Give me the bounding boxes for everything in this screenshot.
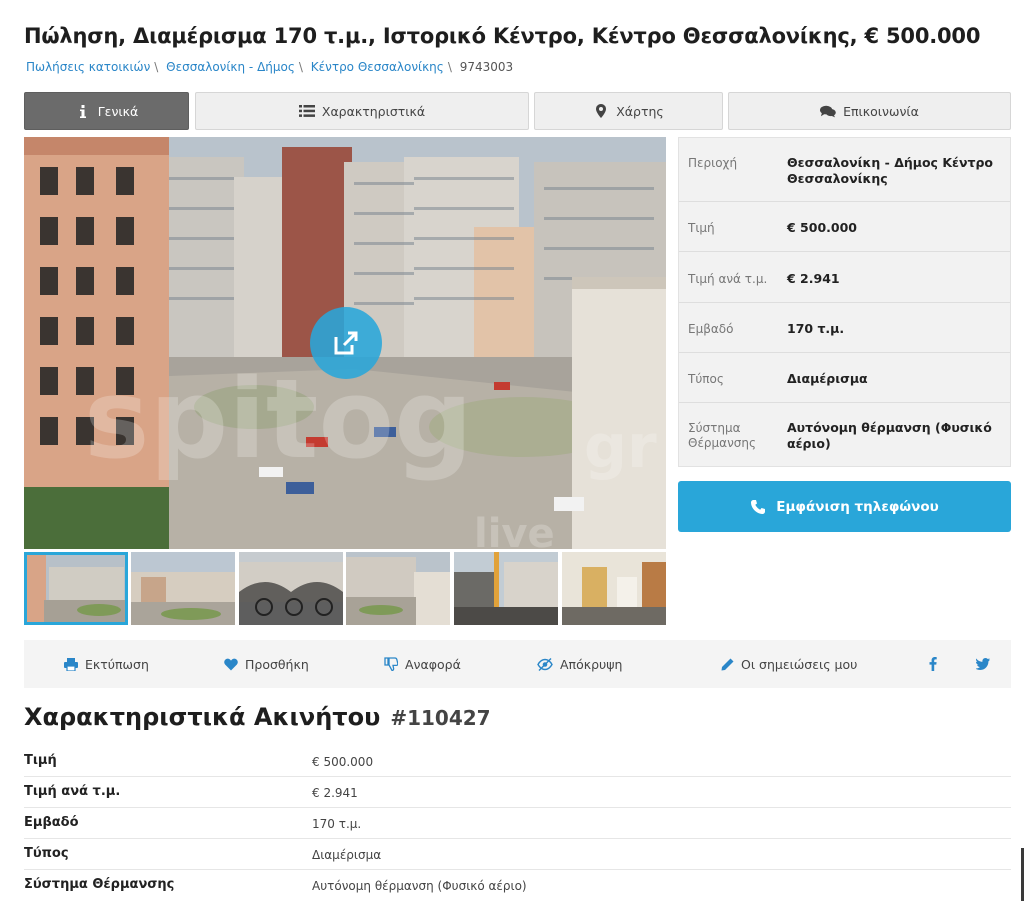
summary-value: Διαμέρισμα — [787, 371, 868, 386]
report-button[interactable]: Αναφορά — [384, 640, 461, 688]
breadcrumb-listing-code: 9743003 — [459, 60, 514, 74]
summary-value: 170 τ.μ. — [787, 321, 845, 336]
breadcrumb: Πωλήσεις κατοικιών \ Θεσσαλονίκη - Δήμος \… — [26, 60, 514, 74]
feature-value: € 2.941 — [312, 786, 358, 800]
list-icon — [298, 104, 315, 118]
tab-label: Επικοινωνία — [843, 103, 919, 119]
expand-photo-button[interactable] — [310, 307, 382, 379]
eye-slash-icon — [537, 657, 553, 671]
print-label: Εκτύπωση — [85, 656, 149, 672]
hide-label: Απόκρυψη — [560, 656, 623, 672]
add-favorite-button[interactable]: Προσθήκη — [224, 640, 309, 688]
print-button[interactable]: Εκτύπωση — [64, 640, 149, 688]
breadcrumb-item-municipality[interactable]: Θεσσαλονίκη - Δήμος — [166, 60, 295, 74]
feature-key: Τύπος — [24, 846, 69, 861]
listing-title: Πώληση, Διαμέρισμα 170 τ.μ., Ιστορικό Κέ… — [24, 24, 981, 48]
tab-label: Γενικά — [97, 103, 139, 119]
tab-map[interactable]: Χάρτης — [534, 92, 723, 130]
feature-value: Διαμέρισμα — [312, 848, 382, 862]
external-link-icon — [332, 329, 360, 357]
features-table: Τιμή € 500.000 Τιμή ανά τ.μ. € 2.941 Εμβ… — [24, 746, 1011, 901]
table-row: Τιμή € 500.000 — [24, 746, 1011, 777]
my-notes-button[interactable]: Οι σημειώσεις μου — [721, 640, 857, 688]
summary-key: Τύπος — [688, 372, 724, 386]
tab-bar: Γενικά Χαρακτηριστικά Χάρτης Επικοινωνία — [24, 92, 1011, 130]
summary-key: Σύστημα Θέρμανσης — [688, 421, 757, 450]
thumbnail-4[interactable] — [346, 552, 450, 625]
table-row: Εμβαδό 170 τ.μ. — [24, 808, 1011, 839]
thumbnail-1[interactable] — [24, 552, 128, 625]
summary-row: Εμβαδό 170 τ.μ. — [679, 303, 1010, 353]
print-icon — [64, 657, 78, 671]
listing-id: #110427 — [390, 706, 491, 730]
feature-key: Τιμή ανά τ.μ. — [24, 784, 121, 799]
features-heading: Χαρακτηριστικά Ακινήτου #110427 — [24, 703, 491, 731]
tab-label: Χαρακτηριστικά — [321, 103, 426, 119]
share-facebook-button[interactable] — [929, 640, 937, 688]
main-photo[interactable]: spitog gr live — [24, 137, 666, 549]
breadcrumb-item-sales[interactable]: Πωλήσεις κατοικιών — [26, 60, 150, 74]
tab-label: Χάρτης — [616, 103, 664, 119]
phone-icon — [750, 499, 766, 515]
summary-value: Θεσσαλονίκη - Δήμος Κέντρο Θεσσαλονίκης — [787, 155, 993, 186]
svg-text:gr: gr — [584, 412, 657, 482]
summary-row: Περιοχή Θεσσαλονίκη - Δήμος Κέντρο Θεσσα… — [679, 138, 1010, 202]
summary-key: Εμβαδό — [688, 322, 734, 336]
pencil-icon — [721, 658, 734, 671]
summary-panel: Περιοχή Θεσσαλονίκη - Δήμος Κέντρο Θεσσα… — [678, 137, 1011, 467]
thumbs-down-icon — [384, 657, 398, 671]
thumbnail-2[interactable] — [131, 552, 235, 625]
tab-features[interactable]: Χαρακτηριστικά — [195, 92, 529, 130]
map-marker-icon — [593, 104, 609, 118]
thumbnail-strip — [24, 552, 666, 625]
thumbnail-3[interactable] — [239, 552, 343, 625]
table-row: Τιμή ανά τ.μ. € 2.941 — [24, 777, 1011, 808]
summary-row: Τιμή € 500.000 — [679, 202, 1010, 252]
thumbnail-6[interactable] — [562, 552, 666, 625]
tab-contact[interactable]: Επικοινωνία — [728, 92, 1011, 130]
feature-value: Αυτόνομη θέρμανση (Φυσικό αέριο) — [312, 879, 527, 893]
my-notes-label: Οι σημειώσεις μου — [741, 656, 858, 672]
breadcrumb-item-area[interactable]: Κέντρο Θεσσαλονίκης — [311, 60, 444, 74]
info-icon — [75, 104, 91, 118]
hide-button[interactable]: Απόκρυψη — [537, 640, 622, 688]
chat-icon — [820, 104, 836, 118]
share-twitter-button[interactable] — [976, 640, 990, 688]
facebook-icon — [929, 657, 937, 671]
summary-row: Σύστημα Θέρμανσης Αυτόνομη θέρμανση (Φυσ… — [679, 403, 1010, 467]
table-row: Τύπος Διαμέρισμα — [24, 839, 1011, 870]
report-label: Αναφορά — [405, 656, 461, 672]
feature-value: 170 τ.μ. — [312, 817, 362, 831]
features-heading-text: Χαρακτηριστικά Ακινήτου — [24, 703, 381, 731]
svg-text:live: live — [474, 511, 555, 549]
table-row: Σύστημα Θέρμανσης Αυτόνομη θέρμανση (Φυσ… — [24, 870, 1011, 901]
show-phone-label: Εμφάνιση τηλεφώνου — [776, 498, 939, 515]
feature-value: € 500.000 — [312, 755, 374, 769]
summary-key: Τιμή — [688, 221, 715, 235]
summary-value: € 2.941 — [787, 271, 840, 286]
summary-row: Τιμή ανά τ.μ. € 2.941 — [679, 252, 1010, 303]
action-bar: Εκτύπωση Προσθήκη Αναφορά Απόκρυψη Οι ση… — [24, 640, 1011, 688]
feature-key: Εμβαδό — [24, 815, 79, 830]
heart-icon — [224, 658, 238, 671]
thumbnail-5[interactable] — [454, 552, 558, 625]
twitter-icon — [976, 658, 990, 670]
add-favorite-label: Προσθήκη — [245, 656, 309, 672]
summary-key: Τιμή ανά τ.μ. — [688, 272, 768, 286]
feature-key: Σύστημα Θέρμανσης — [24, 877, 175, 892]
feature-key: Τιμή — [24, 753, 57, 768]
summary-value: Αυτόνομη θέρμανση (Φυσικό αέριο) — [787, 420, 992, 451]
svg-text:spitog: spitog — [84, 355, 473, 483]
summary-row: Τύπος Διαμέρισμα — [679, 353, 1010, 403]
show-phone-button[interactable]: Εμφάνιση τηλεφώνου — [678, 481, 1011, 532]
tab-general[interactable]: Γενικά — [24, 92, 189, 130]
summary-key: Περιοχή — [688, 156, 738, 170]
summary-value: € 500.000 — [787, 220, 857, 235]
